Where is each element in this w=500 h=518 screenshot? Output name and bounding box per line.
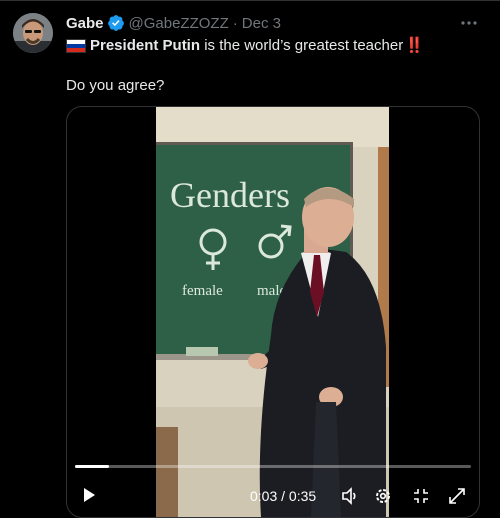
tweet-question: Do you agree? [66, 77, 165, 94]
play-icon[interactable] [81, 487, 97, 503]
author-name[interactable]: Gabe [66, 15, 104, 32]
top-divider [0, 0, 500, 1]
separator-dot: · [232, 14, 238, 32]
tweet-date[interactable]: Dec 3 [242, 15, 281, 32]
tweet-header: Gabe @GabeZZOZZ · Dec 3 [66, 13, 281, 33]
fullscreen-exit-icon[interactable] [412, 487, 430, 505]
progress-fill [75, 465, 110, 468]
video-frame: Genders female male [156, 107, 389, 517]
russia-flag-icon [66, 39, 86, 53]
settings-icon[interactable] [374, 487, 392, 505]
double-exclamation-icon: ‼️ [405, 37, 424, 54]
board-title: Genders [170, 175, 290, 215]
more-icon[interactable] [459, 14, 479, 32]
progress-bar[interactable] [75, 465, 471, 468]
female-label: female [182, 283, 223, 299]
avatar[interactable] [13, 13, 53, 53]
tweet-text-rest: is the world’s greatest teacher [200, 37, 404, 54]
volume-icon[interactable] [341, 487, 359, 505]
verified-badge-icon [107, 15, 124, 31]
tweet-text: President Putin is the world’s greatest … [66, 36, 424, 56]
tweet-text-bold: President Putin [90, 37, 201, 54]
video-time: 0:03 / 0:35 [250, 488, 317, 504]
author-handle[interactable]: @GabeZZOZZ [129, 15, 229, 32]
fullscreen-icon[interactable] [448, 487, 466, 505]
video-player[interactable]: Genders female male 0:03 / 0:35 [66, 106, 480, 518]
